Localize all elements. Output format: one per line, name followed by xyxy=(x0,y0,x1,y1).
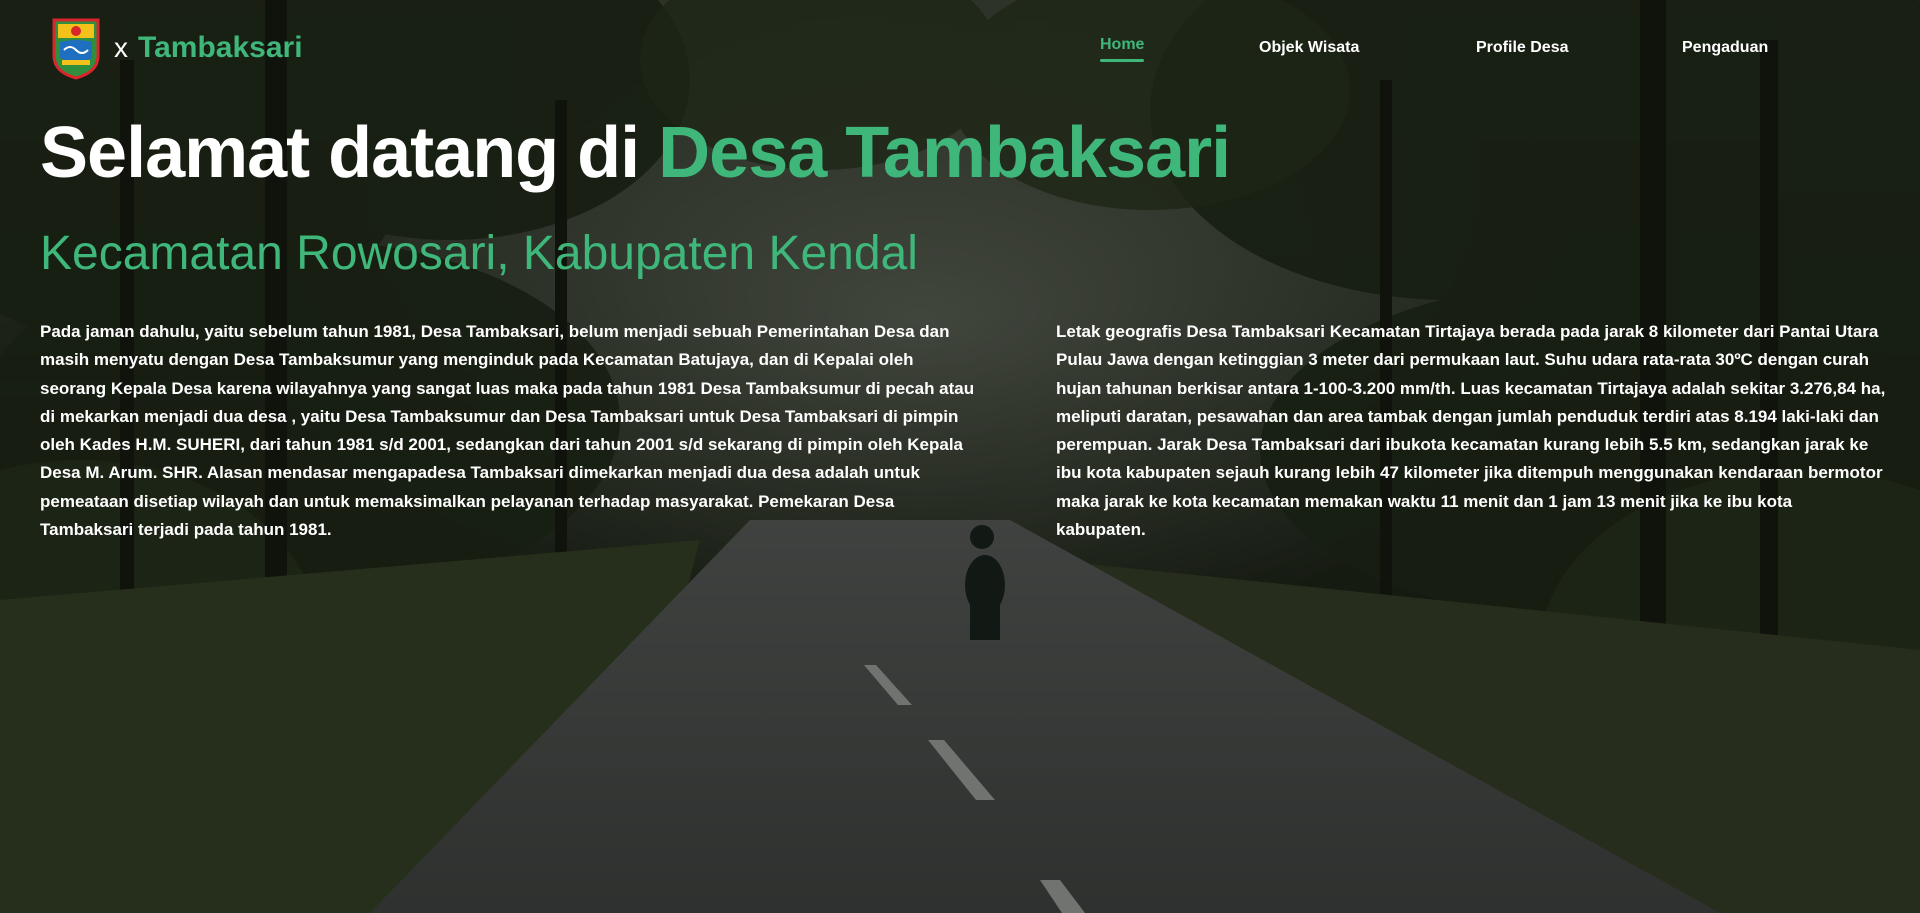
nav-profile-desa-link[interactable]: Profile Desa xyxy=(1476,39,1568,57)
nav-links: Home Objek Wisata Profile Desa Pengaduan xyxy=(0,36,1920,66)
history-paragraph: Pada jaman dahulu, yaitu sebelum tahun 1… xyxy=(40,322,975,540)
page-title: Selamat datang di Desa Tambaksari xyxy=(40,108,1231,198)
page-subtitle: Kecamatan Rowosari, Kabupaten Kendal xyxy=(40,227,918,280)
nav-home-link[interactable]: Home xyxy=(1100,36,1145,62)
hero-section: x Tambaksari Home Objek Wisata Profile D… xyxy=(0,0,1920,913)
title-lead: Selamat datang di xyxy=(40,113,659,193)
nav-objek-wisata-link[interactable]: Objek Wisata xyxy=(1259,39,1359,57)
navbar: x Tambaksari Home Objek Wisata Profile D… xyxy=(0,0,1920,96)
nav-pengaduan-link[interactable]: Pengaduan xyxy=(1682,39,1768,57)
hero-content: x Tambaksari Home Objek Wisata Profile D… xyxy=(0,0,1920,913)
title-accent: Desa Tambaksari xyxy=(658,113,1231,193)
geography-paragraph: Letak geografis Desa Tambaksari Kecamata… xyxy=(1056,322,1886,540)
